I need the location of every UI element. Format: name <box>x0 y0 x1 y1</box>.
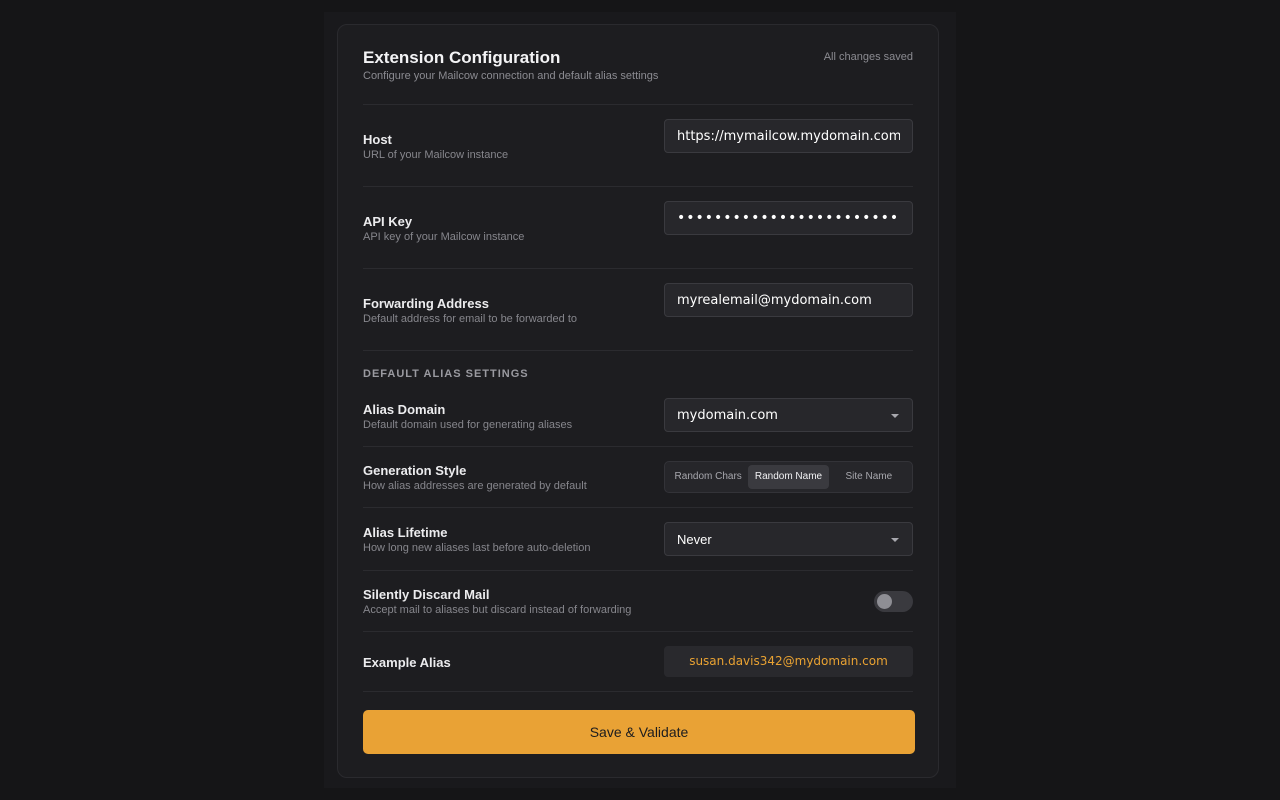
save-validate-button[interactable]: Save & Validate <box>363 710 915 754</box>
generation-style-label: Generation Style <box>363 463 467 478</box>
generation-style-option-site-name[interactable]: Site Name <box>829 465 909 489</box>
host-input[interactable] <box>665 120 912 152</box>
discard-description: Accept mail to aliases but discard inste… <box>363 604 632 616</box>
alias-lifetime-description: How long new aliases last before auto-de… <box>363 542 591 554</box>
alias-domain-row: DEFAULT ALIAS SETTINGS Alias Domain Defa… <box>363 351 913 447</box>
alias-domain-select[interactable]: mydomain.com <box>664 398 913 432</box>
forwarding-input[interactable] <box>665 284 912 316</box>
page-subtitle: Configure your Mailcow connection and de… <box>363 70 659 82</box>
alias-lifetime-select[interactable]: Never <box>664 522 913 556</box>
generation-style-segmented: Random Chars Random Name Site Name <box>664 461 913 493</box>
host-input-wrapper <box>664 119 913 153</box>
discard-row: Silently Discard Mail Accept mail to ali… <box>363 571 913 632</box>
page-title: Extension Configuration <box>363 48 561 67</box>
api-key-description: API key of your Mailcow instance <box>363 231 525 243</box>
forwarding-input-wrapper <box>664 283 913 317</box>
toggle-knob <box>877 594 892 609</box>
alias-domain-selected: mydomain.com <box>677 408 778 423</box>
api-key-label: API Key <box>363 214 413 229</box>
host-description: URL of your Mailcow instance <box>363 149 509 161</box>
generation-style-option-random-chars[interactable]: Random Chars <box>668 465 748 489</box>
example-alias-value: susan.davis342@mydomain.com <box>664 646 913 677</box>
example-alias-label: Example Alias <box>363 655 451 670</box>
alias-lifetime-selected: Never <box>677 532 712 547</box>
api-key-input[interactable] <box>665 202 912 234</box>
api-key-input-wrapper <box>664 201 913 235</box>
chevron-down-icon <box>891 414 899 418</box>
forwarding-label: Forwarding Address <box>363 296 489 311</box>
forwarding-row: Forwarding Address Default address for e… <box>363 269 913 351</box>
forwarding-description: Default address for email to be forwarde… <box>363 313 578 325</box>
section-heading-alias-settings: DEFAULT ALIAS SETTINGS <box>363 368 529 380</box>
example-alias-row: Example Alias susan.davis342@mydomain.co… <box>363 632 913 692</box>
api-key-row: API Key API key of your Mailcow instance <box>363 187 913 269</box>
discard-toggle[interactable] <box>874 591 913 612</box>
host-row: Host URL of your Mailcow instance <box>363 105 913 187</box>
settings-card: Extension Configuration Configure your M… <box>337 24 939 778</box>
host-label: Host <box>363 132 392 147</box>
generation-style-option-random-name[interactable]: Random Name <box>748 465 829 489</box>
alias-lifetime-label: Alias Lifetime <box>363 525 448 540</box>
discard-label: Silently Discard Mail <box>363 587 490 602</box>
alias-lifetime-row: Alias Lifetime How long new aliases last… <box>363 508 913 571</box>
alias-domain-description: Default domain used for generating alias… <box>363 419 573 431</box>
chevron-down-icon <box>891 538 899 542</box>
alias-domain-label: Alias Domain <box>363 402 446 417</box>
settings-header: Extension Configuration Configure your M… <box>363 25 913 105</box>
generation-style-description: How alias addresses are generated by def… <box>363 480 587 492</box>
generation-style-row: Generation Style How alias addresses are… <box>363 447 913 508</box>
save-status: All changes saved <box>823 51 913 63</box>
